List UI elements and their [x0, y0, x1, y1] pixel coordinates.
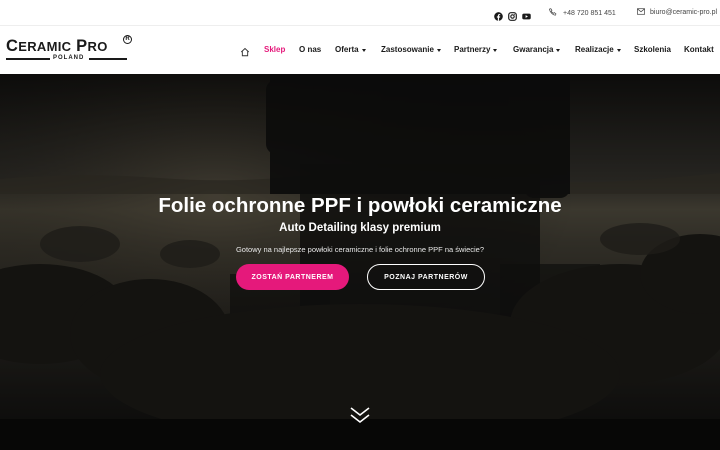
main-header: CERAMIC PRO R POLAND Sklep O nas Oferta …: [0, 26, 720, 74]
hero-section: Folie ochronne PPF i powłoki ceramiczne …: [0, 74, 720, 450]
nav-item-zastosowanie[interactable]: Zastosowanie: [381, 44, 441, 56]
logo-text: CERAMIC PRO: [6, 37, 108, 55]
instagram-icon[interactable]: [508, 8, 517, 21]
nav-label: Kontakt: [684, 45, 714, 54]
logo-subtext: POLAND: [53, 55, 85, 61]
hero-description: Gotowy na najlepsze powłoki ceramiczne i…: [235, 245, 485, 254]
phone-contact[interactable]: +48 720 851 451: [549, 8, 616, 18]
top-bar: +48 720 851 451 biuro@ceramic-pro.pl: [0, 0, 720, 26]
nav-item-realizacje[interactable]: Realizacje: [575, 44, 621, 56]
nav-item-szkolenia[interactable]: Szkolenia: [634, 44, 671, 56]
nav-item-partnerzy[interactable]: Partnerzy: [454, 44, 498, 56]
become-partner-button[interactable]: ZOSTAŃ PARTNEREM: [236, 264, 349, 290]
ceramic-pro-logo[interactable]: CERAMIC PRO R POLAND: [6, 35, 132, 66]
nav-label: O nas: [299, 45, 322, 54]
logo-divider-right: [89, 58, 127, 60]
nav-label: Szkolenia: [634, 45, 671, 54]
caret-down-icon: [361, 48, 366, 52]
caret-down-icon: [436, 48, 441, 52]
envelope-icon: [637, 8, 645, 17]
nav-item-sklep[interactable]: Sklep: [264, 44, 285, 56]
nav-item-o-nas[interactable]: O nas: [299, 44, 321, 56]
meet-partners-button[interactable]: POZNAJ PARTNERÓW: [367, 264, 485, 290]
caret-down-icon: [616, 48, 621, 52]
hero-title: Folie ochronne PPF i powłoki ceramiczne: [158, 194, 562, 217]
home-icon[interactable]: [240, 44, 252, 57]
nav-item-gwarancja[interactable]: Gwarancja: [513, 44, 561, 56]
email-contact[interactable]: biuro@ceramic-pro.pl: [637, 8, 717, 17]
phone-icon: [549, 8, 557, 18]
nav-label: Realizacje: [575, 45, 614, 54]
nav-label: Oferta: [335, 45, 359, 54]
facebook-icon[interactable]: [494, 8, 503, 21]
nav-item-kontakt[interactable]: Kontakt: [684, 44, 714, 56]
double-chevron-down-icon[interactable]: [349, 405, 371, 425]
nav-label: Partnerzy: [454, 45, 491, 54]
hero-overlay: [0, 74, 720, 450]
youtube-icon[interactable]: [522, 8, 531, 20]
social-links: [494, 8, 531, 21]
nav-label: Zastosowanie: [381, 45, 434, 54]
nav-item-oferta[interactable]: Oferta: [335, 44, 366, 56]
hero-subtitle: Auto Detailing klasy premium: [279, 222, 441, 234]
nav-label: Gwarancja: [513, 45, 554, 54]
caret-down-icon: [493, 48, 498, 52]
email-address: biuro@ceramic-pro.pl: [650, 9, 718, 16]
nav-label: Sklep: [264, 45, 286, 54]
registered-mark-icon: R: [123, 35, 132, 44]
logo-divider-left: [6, 58, 50, 60]
phone-number: +48 720 851 451: [563, 9, 616, 17]
caret-down-icon: [556, 48, 561, 52]
